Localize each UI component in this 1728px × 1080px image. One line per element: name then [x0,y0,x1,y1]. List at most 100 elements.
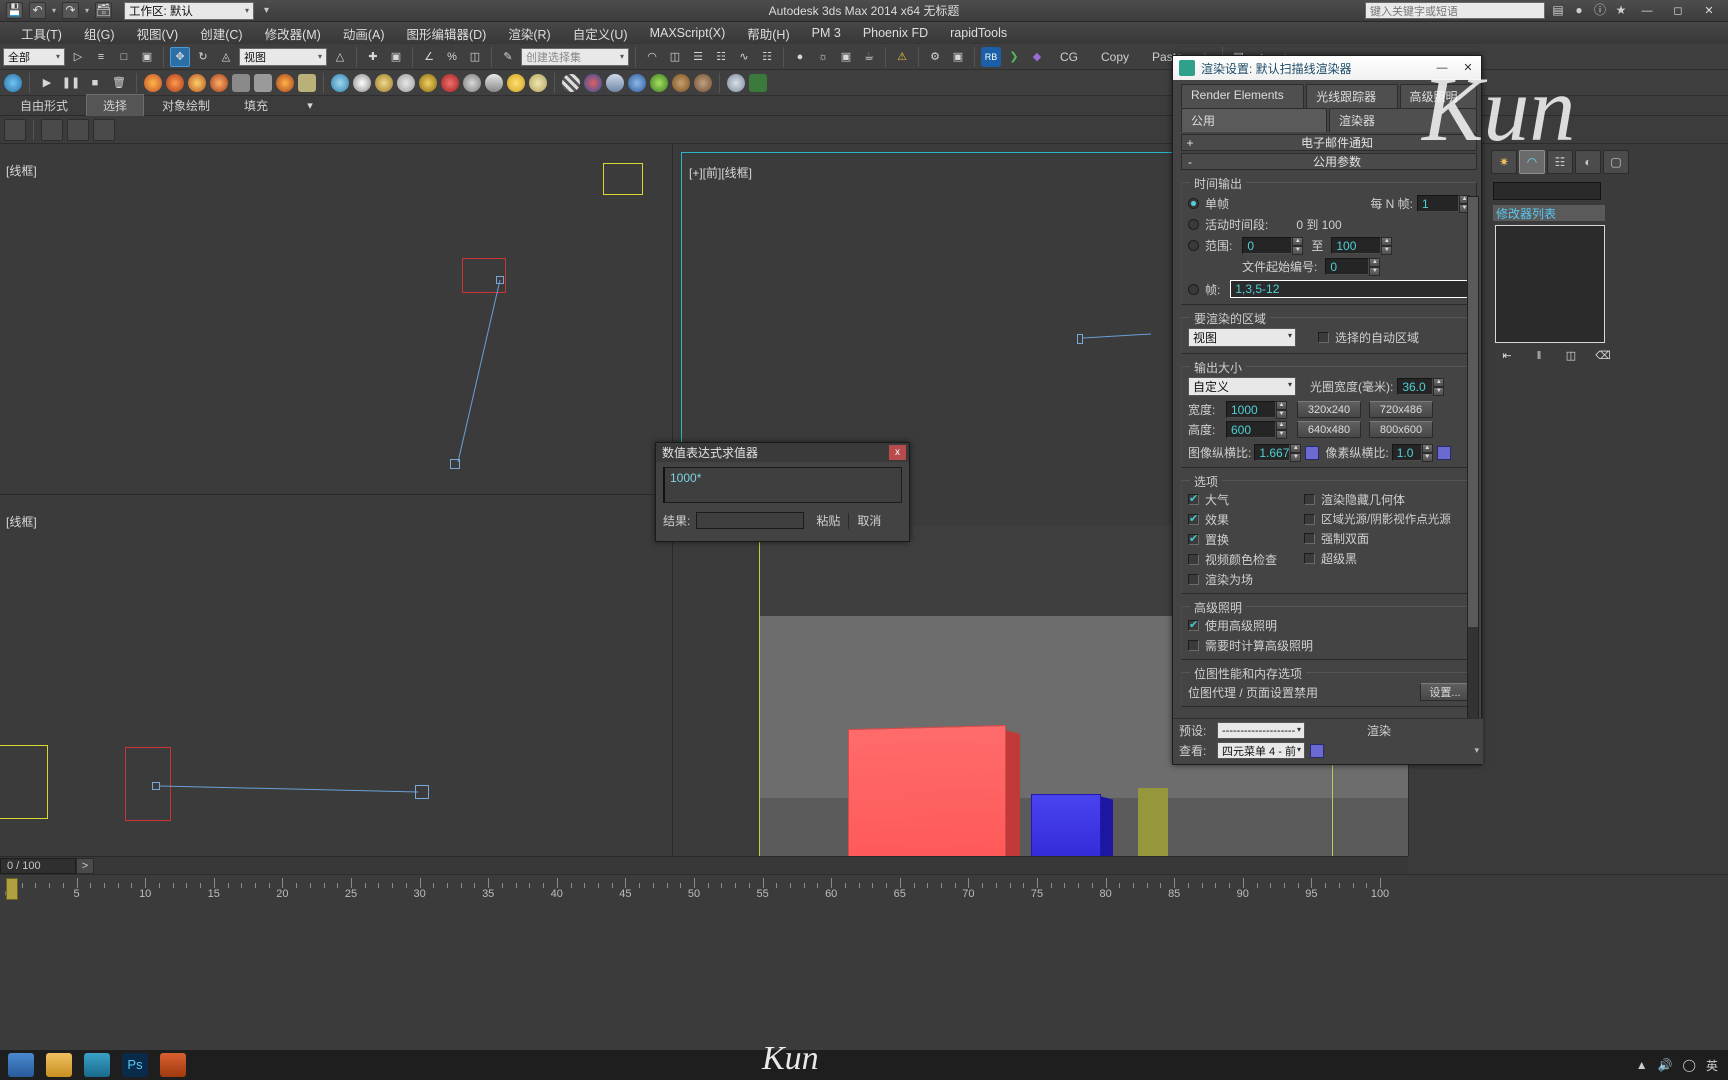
pause-icon[interactable]: ❚❚ [61,73,81,93]
render-setup-scrollbar-thumb[interactable] [1468,197,1478,627]
option-super-black[interactable]: 超级黑 [1304,550,1470,567]
render-setup-minimize-button[interactable]: — [1429,57,1455,79]
image-aspect-spinner[interactable]: ▲ ▼ [1290,444,1302,462]
ime-icon[interactable]: 英 [1706,1057,1718,1074]
rendered-frame-window-icon[interactable]: ▣ [836,47,856,67]
vray-frame-buffer-icon[interactable]: ▣ [948,47,968,67]
3dsmax-taskbar-icon[interactable] [84,1053,110,1077]
frames-input[interactable]: 1,3,5-12 [1230,280,1470,298]
numeric-expression-evaluator-dialog[interactable]: 数值表达式求值器 x 1000* 结果: 粘贴 取消 [655,442,910,542]
option-render-to-fields[interactable]: 渲染为场 [1188,571,1304,588]
super-black-checkbox[interactable] [1304,553,1315,564]
lock-image-aspect-icon[interactable] [1305,445,1320,460]
target-box-handle-2[interactable] [415,785,429,799]
save-icon[interactable]: 💾 [6,2,23,19]
graphite-modeling-icon[interactable]: ☷ [711,47,731,67]
selection-filter-dropdown[interactable]: 全部 ▾ [3,47,65,66]
remove-modifier-icon[interactable]: ⌫ [1591,347,1615,365]
window-crossing-icon[interactable]: ▣ [137,47,157,67]
render-setup-icon[interactable]: ☼ [813,47,833,67]
render-setup-close-button[interactable]: ✕ [1455,57,1481,79]
exchange-icon[interactable]: ▤ [1550,3,1566,18]
option-displacement[interactable]: 置换 [1188,531,1304,548]
phoenix-fire-1-icon[interactable] [144,73,162,92]
align-icon[interactable]: ◫ [665,47,685,67]
material-ball-icon[interactable] [584,73,602,92]
time-slider-handle[interactable] [6,878,18,900]
phoenix-sim-icon[interactable] [254,73,272,92]
workspace-select[interactable]: 工作区: 默认 ▾ [124,1,255,20]
display-tab-icon[interactable]: ▢ [1603,150,1629,174]
help-icon[interactable]: ⓘ [1592,3,1608,18]
lock-pixel-aspect-icon[interactable] [1436,445,1451,460]
menu-item-maxscript[interactable]: MAXScript(X) [639,24,737,42]
redo-dropdown-icon[interactable]: ▾ [85,6,89,15]
menu-item-views[interactable]: 视图(V) [126,22,190,45]
stop-icon[interactable]: ■ [85,73,105,93]
tab-renderer[interactable]: 渲染器 [1329,108,1477,132]
image-aspect-input[interactable]: 1.667 [1254,444,1291,461]
grass-icon[interactable] [650,73,668,92]
target-box-handle[interactable] [450,459,460,469]
menu-item-tools[interactable]: 工具(T) [10,22,73,45]
warning-icon[interactable]: ⚠ [892,47,912,67]
schematic-view-icon[interactable]: ☷ [757,47,777,67]
atmospherics-checkbox[interactable] [1188,492,1199,505]
time-ruler[interactable]: 0510152025303540455055606570758085909510… [0,874,1728,900]
video-color-check-checkbox[interactable] [1188,554,1199,565]
file-start-number-input[interactable]: 0 [1325,258,1370,275]
menu-item-rendering[interactable]: 渲染(R) [497,22,561,45]
range-to-input[interactable]: 100 [1331,237,1382,254]
use-pivot-point-center-icon[interactable]: △ [330,47,350,67]
set-project-folder-icon[interactable]: 🗃 [95,2,113,19]
symmetry-tools-icon[interactable] [67,118,89,141]
select-and-rotate-icon[interactable]: ↻ [193,47,213,67]
tab-advanced-lighting[interactable]: 高级照明 [1399,84,1477,108]
signin-icon[interactable]: ● [1571,3,1587,18]
render-button[interactable]: 渲染 [1367,722,1391,739]
cup-icon[interactable] [397,73,415,92]
named-selection-set-input[interactable]: 创建选择集 ▾ [521,47,629,66]
olive-box-object[interactable] [1138,788,1168,856]
use-advanced-lighting-checkbox[interactable] [1188,618,1199,631]
scatter-icon[interactable] [628,73,646,92]
photoshop-taskbar-icon[interactable]: Ps [122,1053,148,1077]
use-advanced-lighting-row[interactable]: 使用高级照明 [1188,617,1470,634]
preset-720x486-button[interactable]: 720x486 [1369,401,1433,418]
numeric-dialog-close-button[interactable]: x [889,445,906,460]
fur-icon[interactable] [672,73,690,92]
width-input[interactable]: 1000 [1226,401,1276,418]
bitmap-setup-button[interactable]: 设置... [1420,683,1470,701]
tab-common[interactable]: 公用 [1181,108,1327,132]
layer-manager-icon[interactable]: ☰ [688,47,708,67]
expression-input[interactable]: 1000* [663,467,902,503]
ribbon-overflow-icon[interactable]: ▾ [300,96,320,116]
network-icon[interactable]: ◯ [1683,1058,1696,1072]
force-two-sided-checkbox[interactable] [1304,533,1315,544]
output-size-preset-dropdown[interactable]: 自定义 ▾ [1188,377,1296,396]
paste-button[interactable]: 粘贴 [816,512,840,529]
footer-expand-icon[interactable]: ▾ [1474,745,1479,756]
curve-editor-icon[interactable]: ∿ [734,47,754,67]
delete-icon[interactable]: 🗑 [109,73,129,93]
pixel-aspect-spinner[interactable]: ▲ ▼ [1421,444,1433,462]
viewport-top-left[interactable]: [线框] [0,144,1145,494]
modifier-stack[interactable] [1495,225,1605,343]
aperture-width-input[interactable]: 36.0 [1397,378,1434,395]
active-time-segment-row[interactable]: 活动时间段: 0 到 100 [1188,216,1470,233]
select-by-name-icon[interactable]: ≡ [91,47,111,67]
blue-box-object[interactable] [1031,794,1101,856]
effects-checkbox[interactable] [1188,512,1199,525]
show-end-result-icon[interactable]: ‖ [1527,347,1551,365]
play-icon[interactable]: ▶ [37,73,57,93]
range-to-spinner[interactable]: ▲ ▼ [1381,237,1393,255]
generate-topology-icon[interactable] [41,118,63,141]
menu-item-pm3[interactable]: PM 3 [801,24,852,42]
render-production-icon[interactable]: ☕ [859,47,879,67]
width-spinner[interactable]: ▲ ▼ [1276,401,1287,419]
auto-region-checkbox[interactable] [1318,332,1329,343]
dirt-icon[interactable] [694,73,712,92]
active-time-segment-radio[interactable] [1188,219,1199,230]
option-area-lights-as-points[interactable]: 区域光源/阴影视作点光源 [1304,511,1470,527]
option-video-color-check[interactable]: 视频颜色检查 [1188,551,1304,568]
